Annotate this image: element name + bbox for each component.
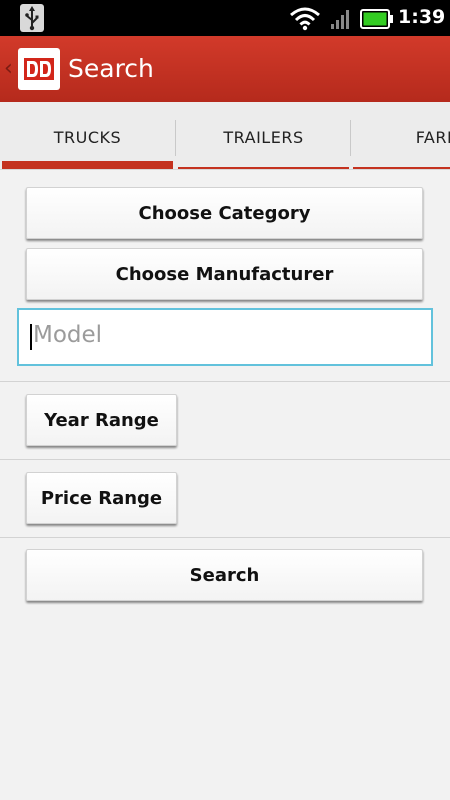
- divider: [0, 459, 450, 460]
- text-cursor: [30, 324, 32, 350]
- tab-selected-indicator: [2, 161, 173, 169]
- tab-trailers[interactable]: TRAILERS: [176, 102, 351, 169]
- divider: [0, 381, 450, 382]
- tab-label: TRAILERS: [223, 128, 304, 147]
- tab-trucks[interactable]: TRUCKS: [0, 102, 175, 169]
- search-form: Choose Category Choose Manufacturer Mode…: [0, 170, 450, 800]
- usb-icon: [20, 4, 44, 32]
- choose-category-button[interactable]: Choose Category: [26, 187, 423, 239]
- tab-bar: TRUCKS TRAILERS FARM: [0, 102, 450, 170]
- price-range-button[interactable]: Price Range: [26, 472, 177, 524]
- divider: [0, 537, 450, 538]
- back-chevron-icon[interactable]: ‹: [4, 56, 13, 81]
- search-button[interactable]: Search: [26, 549, 423, 601]
- status-bar: 1:39: [0, 0, 450, 36]
- tab-farm[interactable]: FARM: [351, 102, 450, 169]
- app-logo[interactable]: [18, 48, 60, 90]
- wifi-icon: [290, 7, 320, 31]
- model-placeholder: Model: [33, 322, 103, 348]
- action-bar: ‹ Search: [0, 36, 450, 102]
- status-clock: 1:39: [398, 6, 446, 28]
- signal-icon: [331, 10, 349, 29]
- tab-label: TRUCKS: [53, 128, 122, 147]
- model-input[interactable]: Model: [17, 308, 433, 366]
- year-range-button[interactable]: Year Range: [26, 394, 177, 446]
- choose-manufacturer-button[interactable]: Choose Manufacturer: [26, 248, 423, 300]
- page-title: Search: [68, 54, 154, 83]
- tab-label: FARM: [415, 128, 450, 147]
- battery-icon: [360, 9, 393, 29]
